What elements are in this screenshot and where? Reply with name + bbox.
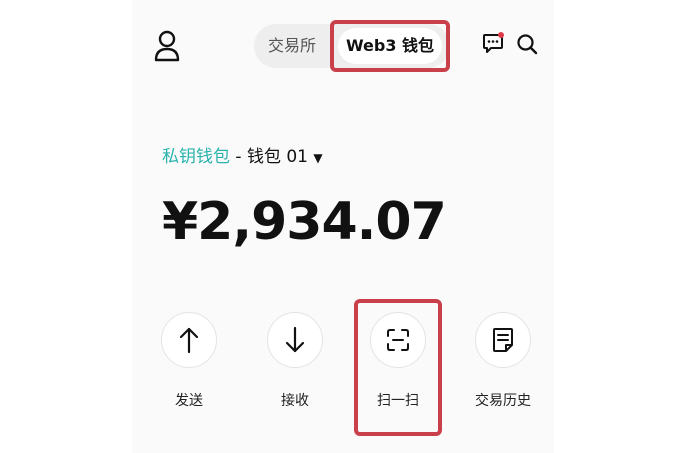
transaction-history-button[interactable]: 交易历史 — [470, 312, 536, 410]
scan-icon — [387, 329, 409, 351]
dropdown-caret-icon[interactable]: ▼ — [313, 151, 322, 165]
history-circle[interactable] — [475, 312, 531, 368]
scan-button[interactable]: 扫一扫 — [365, 312, 431, 410]
send-circle[interactable] — [161, 312, 217, 368]
search-icon[interactable] — [516, 33, 538, 55]
tab-exchange[interactable]: 交易所 — [268, 24, 316, 68]
arrow-up-icon — [179, 327, 199, 354]
wallet-type-label: 私钥钱包 — [162, 147, 230, 167]
arrow-down-icon — [285, 326, 305, 353]
wallet-separator: - — [230, 147, 247, 167]
wallet-balance: ¥2,934.07 — [162, 192, 447, 252]
scan-label: 扫一扫 — [377, 393, 419, 409]
user-icon[interactable] — [154, 30, 180, 62]
wallet-screen: 交易所 Web3 钱包 私钥钱包 - 钱包 01 ▼ ¥2,934.07 发送 — [132, 0, 554, 453]
scan-circle[interactable] — [370, 312, 426, 368]
receive-label: 接收 — [281, 393, 309, 409]
history-label: 交易历史 — [475, 393, 531, 409]
document-icon — [493, 328, 513, 352]
wallet-selector[interactable]: 私钥钱包 - 钱包 01 ▼ — [162, 142, 323, 167]
receive-circle[interactable] — [267, 312, 323, 368]
tab-web3-wallet[interactable]: Web3 钱包 — [338, 28, 442, 64]
wallet-name: 钱包 01 — [246, 147, 308, 167]
send-label: 发送 — [175, 393, 203, 409]
send-button[interactable]: 发送 — [156, 312, 222, 410]
receive-button[interactable]: 接收 — [262, 312, 328, 410]
message-icon[interactable] — [482, 32, 504, 54]
